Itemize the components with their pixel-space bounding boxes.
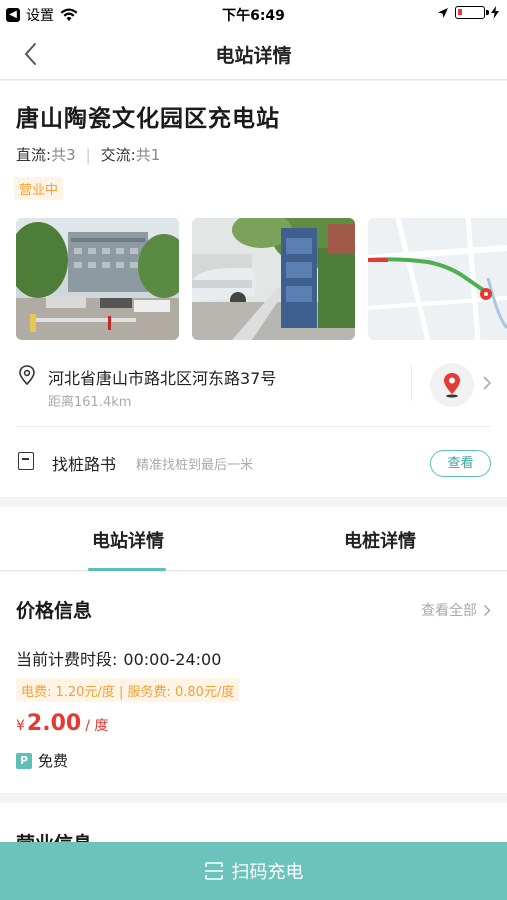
navigate-map-button[interactable] bbox=[430, 363, 474, 407]
photo-carousel[interactable] bbox=[16, 218, 507, 340]
page-title: 电站详情 bbox=[215, 45, 292, 67]
currency-symbol: ¥ bbox=[16, 718, 25, 734]
map-marker-icon bbox=[444, 373, 460, 398]
map-thumbnail[interactable] bbox=[368, 218, 507, 340]
nav-bar: 电站详情 bbox=[0, 28, 507, 80]
status-bar: ◀ 设置 下午6:49 bbox=[0, 0, 507, 28]
price-info-card: 价格信息 查看全部 当前计费时段: 00:00-24:00 电费: 1.20元/度… bbox=[0, 572, 507, 793]
battery-icon bbox=[455, 6, 489, 19]
guide-book-icon bbox=[18, 452, 34, 470]
location-pin-icon bbox=[19, 365, 35, 385]
address-divider bbox=[411, 365, 412, 401]
charger-photo[interactable] bbox=[192, 218, 355, 340]
scan-icon bbox=[204, 862, 223, 880]
parking-info: P 免费 bbox=[16, 750, 68, 771]
address-row[interactable]: 河北省唐山市路北区河东路37号 距离161.4km bbox=[16, 363, 492, 419]
guide-row[interactable]: 找桩路书 精准找桩到最后一米 查看 bbox=[16, 446, 491, 478]
dc-count: 共3 bbox=[51, 146, 76, 164]
scan-charge-label: 扫码充电 bbox=[231, 862, 304, 883]
fee-breakdown: 电费: 1.20元/度 | 服务费: 0.80元/度 bbox=[16, 678, 240, 702]
guide-label: 找桩路书 bbox=[52, 455, 117, 474]
total-price: ¥ 2.00 / 度 bbox=[16, 711, 108, 736]
price-unit: / 度 bbox=[85, 718, 109, 734]
period-value: 00:00-24:00 bbox=[123, 650, 222, 669]
dc-label: 直流: bbox=[16, 146, 52, 164]
location-arrow-icon bbox=[438, 7, 448, 18]
divider bbox=[16, 426, 491, 427]
see-all-label: 查看全部 bbox=[421, 603, 477, 619]
chevron-right-icon bbox=[483, 376, 492, 390]
count-separator: | bbox=[85, 145, 91, 164]
station-name: 唐山陶瓷文化园区充电站 bbox=[16, 106, 280, 132]
detail-tabs: 电站详情 电桩详情 bbox=[0, 507, 507, 571]
chevron-right-icon bbox=[483, 604, 491, 616]
address-text: 河北省唐山市路北区河东路37号 bbox=[48, 369, 277, 388]
tab-charger-details[interactable]: 电桩详情 bbox=[300, 527, 460, 553]
parking-icon: P bbox=[16, 752, 32, 769]
ac-count: 共1 bbox=[135, 146, 161, 164]
billing-period: 当前计费时段: 00:00-24:00 bbox=[16, 646, 221, 670]
guide-subtitle: 精准找桩到最后一米 bbox=[136, 458, 254, 473]
status-right bbox=[437, 6, 499, 19]
ac-label: 交流: bbox=[100, 146, 136, 164]
view-guide-button[interactable]: 查看 bbox=[430, 450, 491, 477]
price-amount: 2.00 bbox=[26, 711, 82, 736]
scan-charge-button[interactable]: 扫码充电 bbox=[0, 842, 507, 900]
see-all-link[interactable]: 查看全部 bbox=[421, 600, 491, 620]
distance-text: 距离161.4km bbox=[48, 395, 132, 410]
connector-counts: 直流: 共3 | 交流: 共1 bbox=[16, 144, 160, 165]
active-tab-indicator bbox=[88, 568, 166, 571]
status-badge: 营业中 bbox=[14, 177, 64, 200]
charging-bolt-icon bbox=[491, 6, 499, 19]
tab-station-details[interactable]: 电站详情 bbox=[48, 527, 208, 553]
building-photo[interactable] bbox=[16, 218, 179, 340]
period-label: 当前计费时段: bbox=[16, 650, 118, 669]
parking-text: 免费 bbox=[38, 752, 69, 770]
station-info-card: 唐山陶瓷文化园区充电站 直流: 共3 | 交流: 共1 营业中 河北省唐山市路北… bbox=[0, 81, 507, 497]
status-time: 下午6:49 bbox=[222, 8, 285, 24]
price-section-title: 价格信息 bbox=[16, 600, 93, 622]
